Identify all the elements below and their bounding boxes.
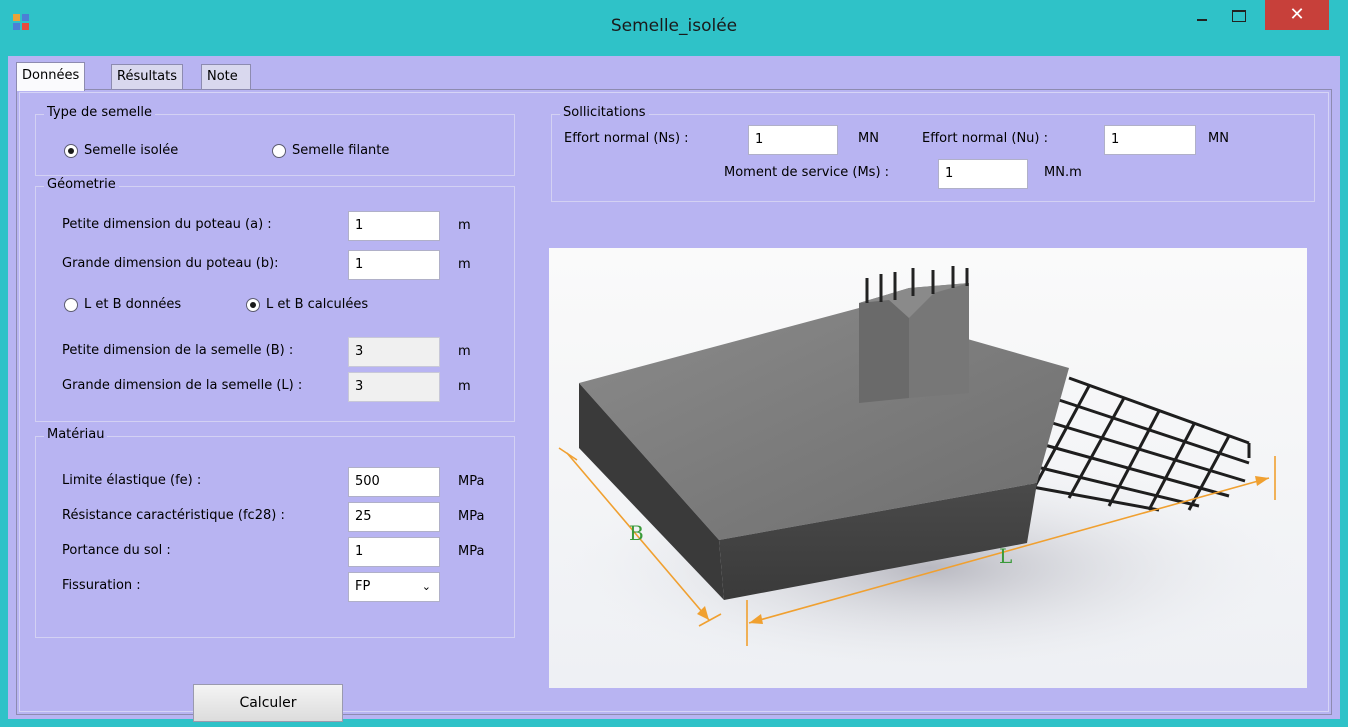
label-fe: Limite élastique (fe) : [62,473,202,488]
radio-circle [64,297,78,312]
tab-note-de-calcul[interactable]: Note de calcul [201,64,251,132]
radio-label: Semelle isolée [84,143,179,158]
unit-ns: MN [858,131,879,146]
input-ms[interactable]: 1 [938,159,1028,189]
tab-donnees[interactable]: Données [16,62,86,91]
label-fc28: Résistance caractéristique (fc28) : [62,508,285,523]
label-L: Grande dimension de la semelle (L) : [62,378,303,393]
unit-b: m [458,257,471,272]
group-geometrie: Géometrie Petite dimension du poteau (a)… [35,177,515,422]
input-portance[interactable]: 1 [348,537,440,567]
radio-label: Semelle filante [292,143,390,158]
unit-L: m [458,379,471,394]
radio-lb-calculees[interactable]: L et B calculées [246,297,368,312]
group-sollicitations: Sollicitations Effort normal (Ns) : 1 MN… [551,105,1315,202]
minimize-button[interactable] [1185,0,1219,30]
output-B: 3 [348,337,440,367]
label-portance: Portance du sol : [62,543,171,558]
radio-label: L et B calculées [266,297,369,312]
input-ns[interactable]: 1 [748,125,838,155]
dim-label-B: B [629,521,644,545]
radio-semelle-filante[interactable]: Semelle filante [272,143,389,158]
input-a[interactable]: 1 [348,211,440,241]
unit-fe: MPa [458,474,485,489]
label-b: Grande dimension du poteau (b): [62,256,279,271]
close-button[interactable]: ✕ [1265,0,1329,30]
label-nu: Effort normal (Nu) : [922,131,1049,146]
radio-lb-donnees[interactable]: L et B données [64,297,181,312]
footing-drawing: B L [558,266,1299,678]
radio-semelle-isolee[interactable]: Semelle isolée [64,143,178,158]
tab-page-donnees: Type de semelle Semelle isolée Semelle f… [16,89,1332,722]
maximize-button[interactable] [1222,0,1256,30]
label-ms: Moment de service (Ms) : [724,165,890,180]
group-materiau: Matériau Limite élastique (fe) : 500 MPa… [35,427,515,638]
close-icon: ✕ [1289,4,1305,25]
unit-portance: MPa [458,544,485,559]
radio-label: L et B données [84,297,182,312]
label-fissuration: Fissuration : [62,578,141,593]
label-a: Petite dimension du poteau (a) : [62,217,272,232]
group-legend: Type de semelle [44,105,156,120]
unit-B: m [458,344,471,359]
chevron-down-icon: ⌄ [421,580,431,593]
tab-resultats[interactable]: Résultats [111,64,184,89]
unit-a: m [458,218,471,233]
input-fe[interactable]: 500 [348,467,440,497]
application-window: Semelle_isolée ✕ Données Résultats Note … [0,0,1348,727]
fissuration-select[interactable]: FP ⌄ [348,572,440,602]
group-legend: Matériau [44,427,108,442]
client-area: Données Résultats Note de calcul Type de… [8,56,1340,722]
label-B: Petite dimension de la semelle (B) : [62,343,294,358]
window-title: Semelle_isolée [610,16,738,36]
select-value: FP [355,579,371,594]
radio-circle [246,297,260,312]
group-type-semelle: Type de semelle Semelle isolée Semelle f… [35,105,515,176]
output-L: 3 [348,372,440,402]
input-fc28[interactable]: 25 [348,502,440,532]
unit-fc28: MPa [458,509,485,524]
group-legend: Sollicitations [560,105,649,120]
title-bar[interactable]: Semelle_isolée ✕ [0,0,1348,56]
calculer-button[interactable]: Calculer [193,684,343,722]
dim-label-L: L [999,544,1012,568]
unit-ms: MN.m [1044,165,1082,180]
input-b[interactable]: 1 [348,250,440,280]
group-legend: Géometrie [44,177,119,192]
radio-circle [272,143,286,158]
footing-illustration: B L [549,248,1307,688]
label-ns: Effort normal (Ns) : [564,131,689,146]
radio-circle [64,143,78,158]
unit-nu: MN [1208,131,1229,146]
input-nu[interactable]: 1 [1104,125,1196,155]
